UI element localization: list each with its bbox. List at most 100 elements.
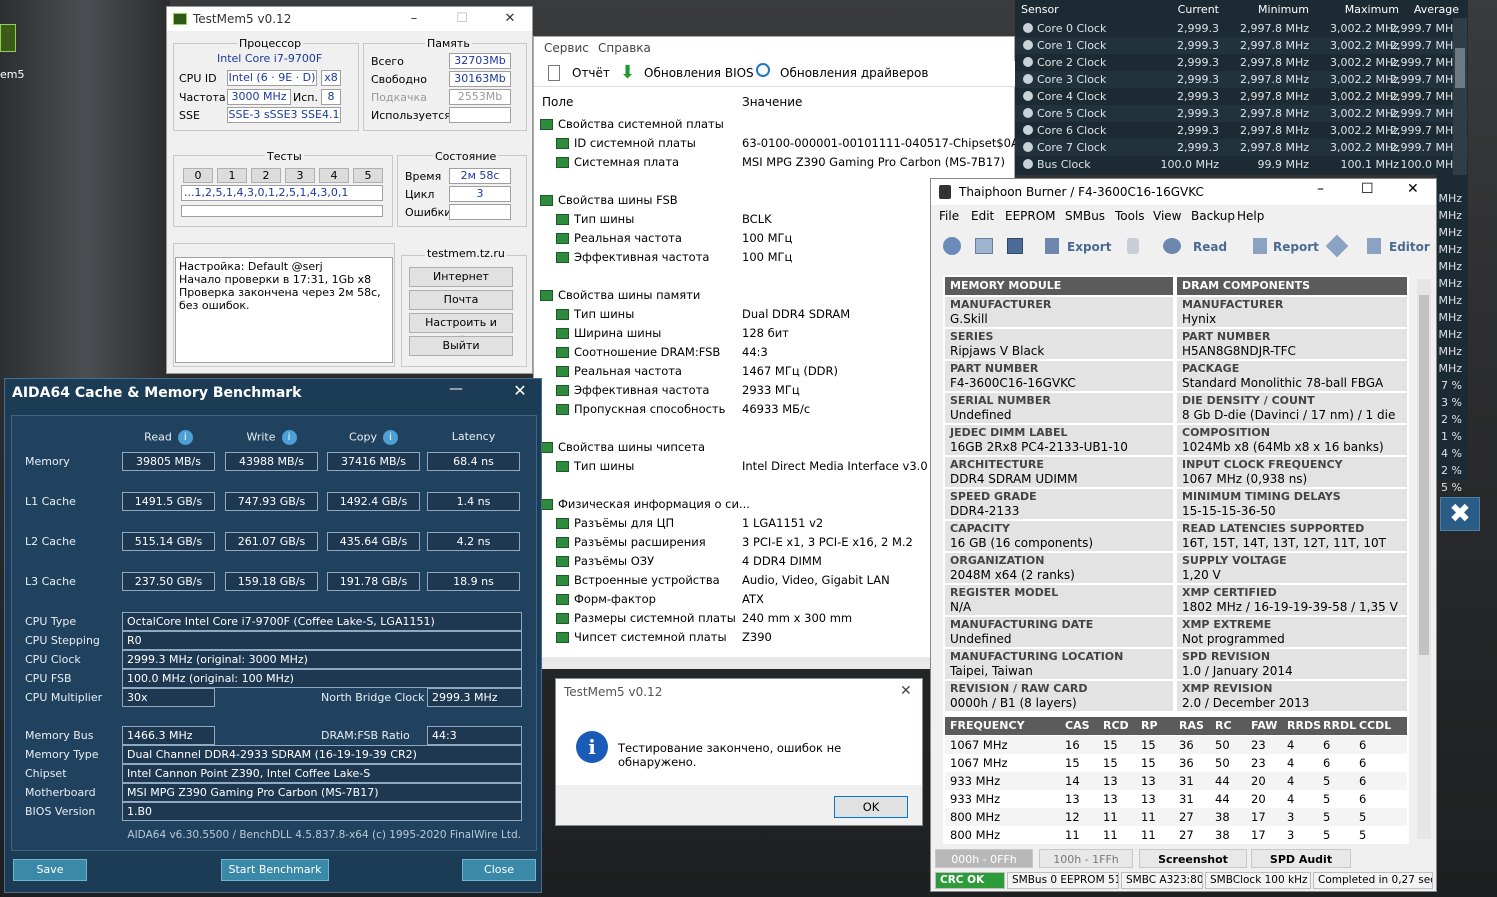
maximize-button[interactable]: ☐: [1361, 181, 1374, 197]
sensor-col-name[interactable]: Sensor: [1021, 1, 1059, 18]
info-icon[interactable]: i: [382, 430, 398, 445]
timing-col-header[interactable]: RAS: [1179, 717, 1204, 735]
start-benchmark-button[interactable]: Start Benchmark: [221, 859, 329, 881]
timing-col-header[interactable]: RCD: [1103, 717, 1129, 735]
close-button[interactable]: ✕: [1407, 181, 1419, 197]
exit-button[interactable]: Выйти: [409, 336, 513, 356]
minimize-button[interactable]: —: [441, 381, 471, 403]
editor-button[interactable]: Editor: [1389, 240, 1430, 254]
timing-cell: 27: [1179, 810, 1194, 824]
sensor-row[interactable]: Core 2 Clock2,999.3 MHz2,997.8 MHz3,002.…: [1015, 54, 1468, 86]
property-icon: [556, 328, 569, 339]
menu-item[interactable]: View: [1153, 209, 1181, 223]
settings-icon[interactable]: [943, 237, 961, 255]
open-file-icon[interactable]: [975, 238, 993, 254]
spd-field-key: REGISTER MODEL: [950, 586, 1059, 599]
close-x-icon[interactable]: ✖: [1440, 497, 1480, 531]
spd-tab[interactable]: 100h - 1FFh: [1039, 849, 1133, 868]
timing-col-header[interactable]: RC: [1215, 717, 1232, 735]
column-field[interactable]: Поле: [542, 95, 573, 109]
timing-col-header[interactable]: FREQUENCY: [950, 717, 1025, 735]
spd-field: MINIMUM TIMING DELAYS 15-15-15-36-50: [1177, 489, 1407, 520]
property-value: 63-0100-000001-00101111-040517-Chipset$0…: [742, 136, 1051, 150]
menu-help[interactable]: Справка: [598, 41, 651, 55]
sensor-row[interactable]: Core 4 Clock2,999.3 MHz2,997.8 MHz3,002.…: [1015, 88, 1468, 120]
minimize-button[interactable]: –: [391, 7, 437, 31]
sensor-col-avg[interactable]: Average: [1395, 1, 1459, 18]
sensor-min: 2,997.8 MHz: [1239, 141, 1309, 154]
save-icon[interactable]: [1007, 238, 1023, 254]
errors-value: [449, 204, 511, 220]
clock-icon: [1023, 74, 1033, 84]
ok-button[interactable]: OK: [834, 796, 908, 818]
scrollbar-thumb[interactable]: [1419, 295, 1429, 655]
timing-cell: 38: [1215, 828, 1230, 842]
export-button[interactable]: Export: [1067, 240, 1111, 254]
spd-field-value: DDR4-2133: [950, 504, 1020, 518]
column-value[interactable]: Значение: [742, 95, 802, 109]
property-icon: [556, 461, 569, 472]
internet-button[interactable]: Интернет: [409, 267, 513, 287]
spd-tab[interactable]: SPD Audit: [1251, 849, 1351, 868]
timing-col-header[interactable]: RRDL: [1323, 717, 1356, 735]
driver-update-button[interactable]: Обновления драйверов: [780, 66, 928, 80]
timing-col-header[interactable]: RP: [1141, 717, 1158, 735]
mail-button[interactable]: Почта: [409, 290, 513, 310]
menu-item[interactable]: File: [939, 209, 959, 223]
minimize-button[interactable]: –: [1317, 181, 1324, 197]
menu-item[interactable]: Edit: [971, 209, 994, 223]
sensor-scrollbar[interactable]: [1453, 18, 1467, 175]
bios-update-button[interactable]: Обновления BIOS: [644, 66, 754, 80]
spd-field: PART NUMBER H5AN8G8NDJR-TFC: [1177, 329, 1407, 360]
info-icon[interactable]: i: [177, 430, 193, 445]
sensor-col-max[interactable]: Maximum: [1333, 1, 1399, 18]
sensor-row[interactable]: Core 7 Clock2,999.3 MHz2,997.8 MHz3,002.…: [1015, 139, 1468, 171]
wrench-icon[interactable]: [1325, 234, 1349, 258]
spd-tab[interactable]: 000h - 0FFh: [935, 849, 1033, 868]
sensor-row[interactable]: Core 6 Clock2,999.3 MHz2,997.8 MHz3,002.…: [1015, 122, 1468, 154]
sensor-col-min[interactable]: Minimum: [1243, 1, 1309, 18]
menu-item[interactable]: Tools: [1115, 209, 1145, 223]
save-button[interactable]: Save: [13, 859, 87, 881]
menu-item[interactable]: Help: [1237, 209, 1264, 223]
property-group[interactable]: Свойства системной платы: [534, 115, 1016, 134]
timing-col-header[interactable]: CAS: [1065, 717, 1090, 735]
timing-col-header[interactable]: FAW: [1251, 717, 1277, 735]
scrollbar-thumb[interactable]: [1455, 48, 1465, 88]
spd-field: ORGANIZATION 2048M x64 (2 ranks): [945, 553, 1173, 584]
configure-exit-button[interactable]: Настроить и выйти: [409, 313, 513, 347]
timing-col-header[interactable]: RRDS: [1287, 717, 1321, 735]
log-area[interactable]: Настройка: Default @serj Начало проверки…: [175, 257, 393, 363]
sensor-row[interactable]: Core 0 Clock2,999.3 MHz2,997.8 MHz3,002.…: [1015, 20, 1468, 52]
close-button[interactable]: ✕: [505, 381, 535, 403]
sensor-row[interactable]: Core 5 Clock2,999.3 MHz2,997.8 MHz3,002.…: [1015, 105, 1468, 137]
report-button[interactable]: Отчёт: [572, 66, 610, 80]
report-scrollbar[interactable]: [1417, 279, 1431, 839]
menu-item[interactable]: Backup: [1191, 209, 1235, 223]
sensor-row[interactable]: Core 3 Clock2,999.3 MHz2,997.8 MHz3,002.…: [1015, 71, 1468, 103]
spd-field-value: 1,20 V: [1182, 568, 1221, 582]
property-row[interactable]: ID системной платы 63-0100-000001-0010111…: [534, 134, 1051, 153]
menu-item[interactable]: EEPROM: [1005, 209, 1056, 223]
info-icon[interactable]: i: [281, 430, 297, 445]
testmem-desktop-icon[interactable]: [0, 24, 16, 52]
spd-field-key: CAPACITY: [950, 522, 1010, 535]
property-row[interactable]: Системная плата MSI MPG Z390 Gaming Pro C…: [534, 153, 1016, 172]
timing-col-header[interactable]: CCDL: [1359, 717, 1391, 735]
menu-item[interactable]: SMBus: [1065, 209, 1105, 223]
timing-cell: 23: [1251, 756, 1266, 770]
close-button[interactable]: ✕: [900, 683, 912, 699]
timing-cell: 20: [1251, 774, 1266, 788]
spd-field: SPD REVISION 1.0 / January 2014: [1177, 649, 1407, 680]
sensor-col-current[interactable]: Current: [1165, 1, 1219, 18]
report-button[interactable]: Report: [1273, 240, 1319, 254]
close-button[interactable]: ✕: [487, 7, 533, 31]
sensor-row[interactable]: Core 1 Clock2,999.3 MHz2,997.8 MHz3,002.…: [1015, 37, 1468, 69]
menu-service[interactable]: Сервис: [544, 41, 589, 55]
status-field: CRC OK: [935, 872, 1005, 889]
property-field: Разъёмы расширения: [574, 535, 706, 549]
read-button[interactable]: Read: [1193, 240, 1227, 254]
sensor-row[interactable]: Bus Clock 100.0 MHz 99.9 MHz 100.1 MHz 100.0…: [1015, 156, 1468, 173]
spd-tab[interactable]: Screenshot: [1139, 849, 1247, 868]
close-benchmark-button[interactable]: Close: [462, 859, 536, 881]
